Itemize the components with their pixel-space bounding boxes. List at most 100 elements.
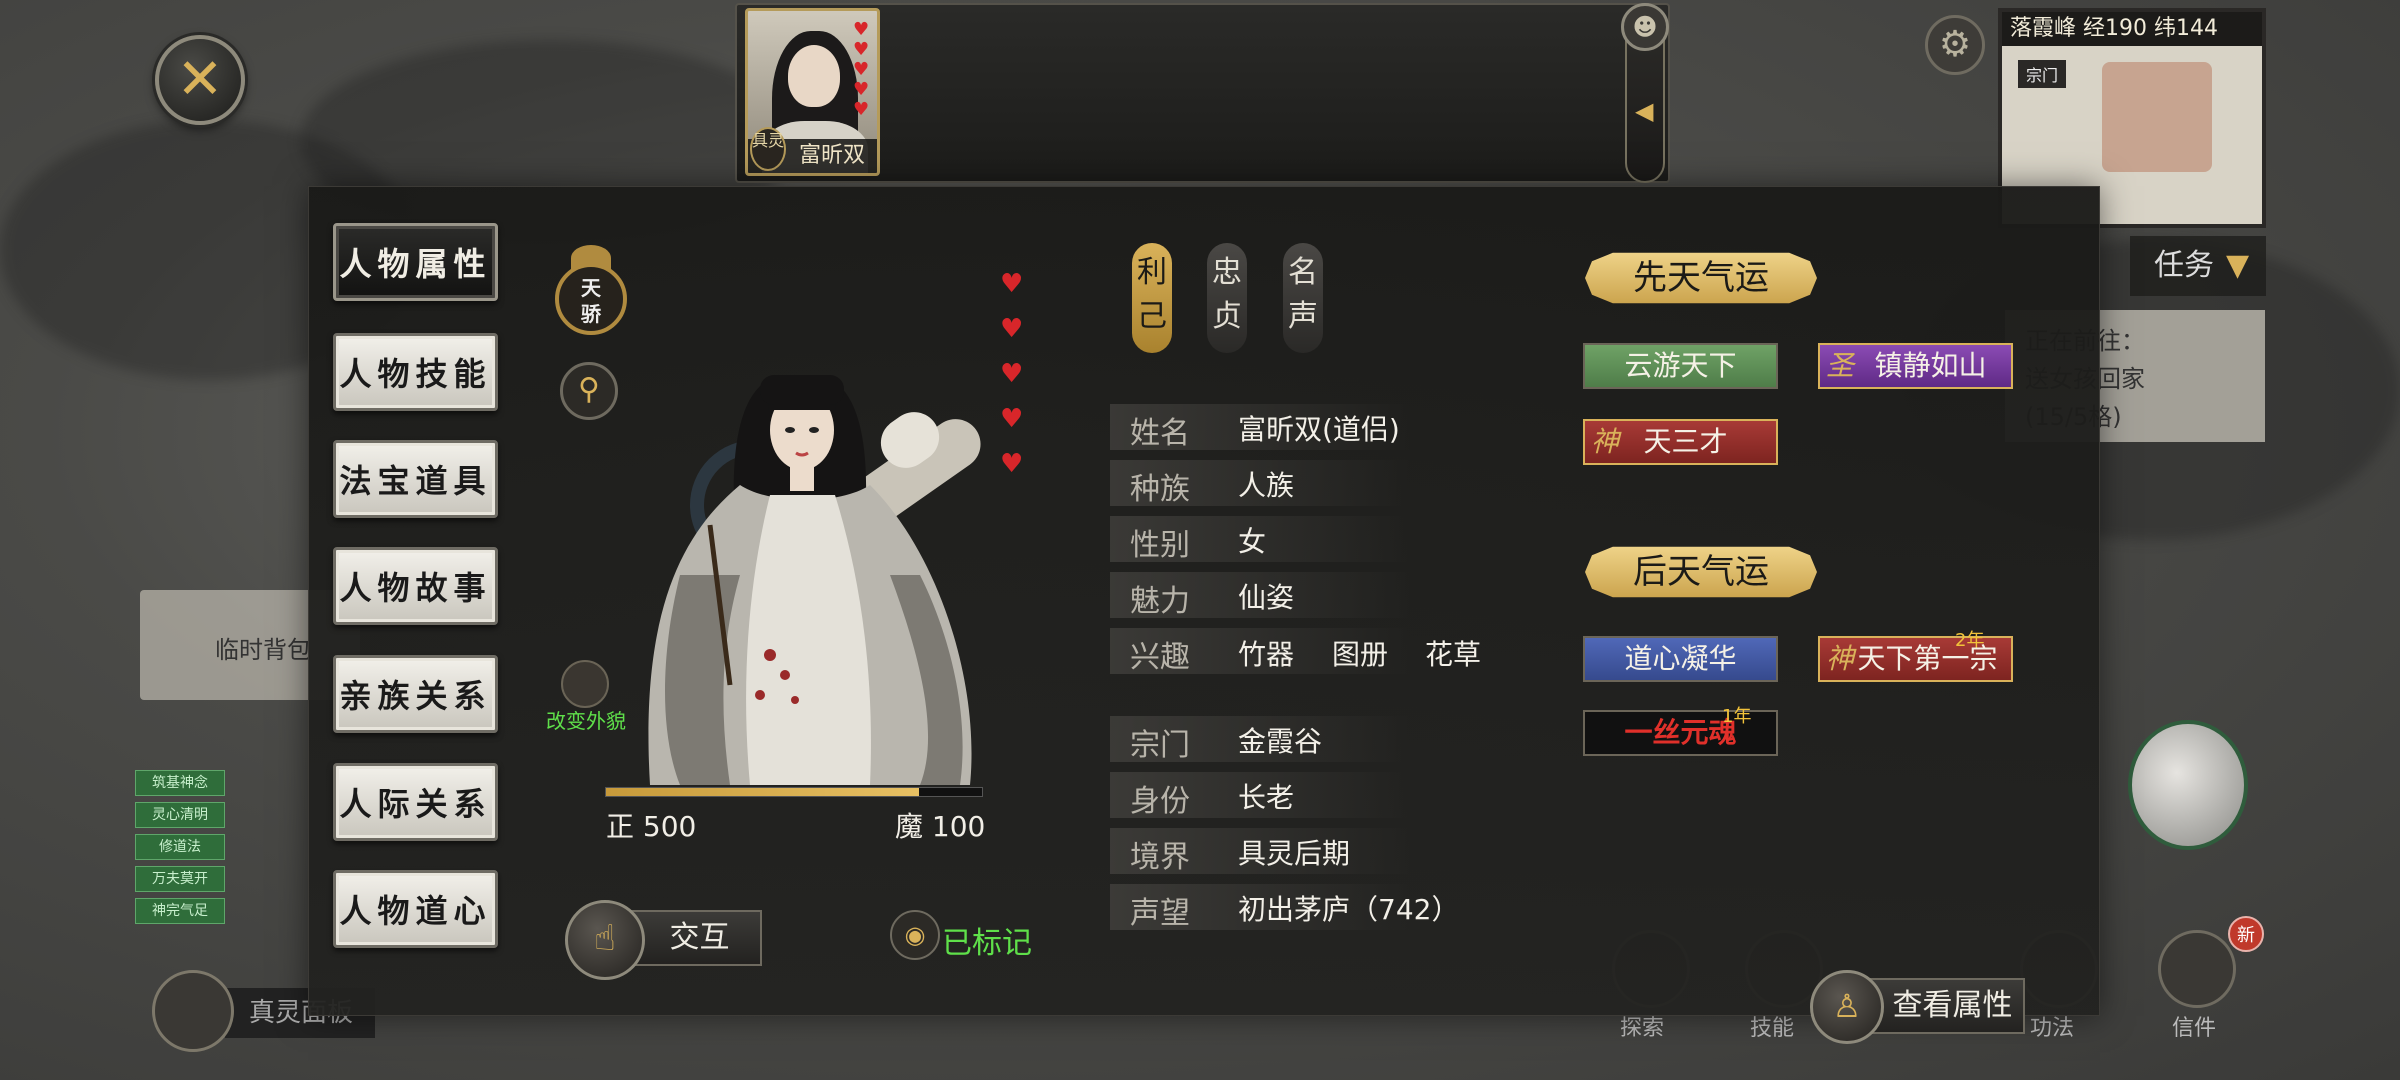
trait-selfish[interactable]: 利 己: [1132, 243, 1172, 353]
tab-story[interactable]: 人物故事: [333, 547, 498, 625]
fate-duration: 2年: [1955, 630, 1985, 651]
fate-glyph: 圣: [1825, 349, 1854, 382]
buff-tag: 万夫莫开: [135, 866, 225, 892]
info-key: 身份: [1130, 784, 1190, 819]
heart-icon: ♥: [1000, 359, 1024, 389]
heart-icon: ♥: [1000, 314, 1024, 344]
info-value: 初出茅庐（742）: [1238, 893, 1460, 926]
view-attributes-button[interactable]: 查看属性 ♙: [1810, 970, 2025, 1044]
fate-item[interactable]: 圣 镇静如山: [1818, 343, 2013, 389]
info-realm-row: 境界 具灵后期: [1110, 828, 1410, 875]
fate-label: 天三才: [1643, 425, 1728, 458]
fate-glyph: 神: [1590, 425, 1619, 458]
chevron-down-icon: ▼: [2226, 248, 2250, 283]
temp-bag-label: 临时背包: [215, 636, 311, 664]
figure-icon: ♙: [1810, 970, 1884, 1044]
heart-icon: ♥: [1000, 449, 1024, 479]
task-title: 任务: [2154, 248, 2214, 283]
info-key: 声望: [1130, 896, 1190, 931]
letter-icon[interactable]: [2158, 930, 2236, 1008]
talent-badge-top: 天: [581, 276, 601, 300]
tab-family[interactable]: 亲族关系: [333, 655, 498, 733]
talent-badge-bottom: 骄: [581, 302, 601, 326]
tab-relations[interactable]: 人际关系: [333, 763, 498, 841]
character-illustration: [648, 375, 981, 785]
party-collapse-button[interactable]: ☻ ◀: [1621, 3, 1669, 183]
minimap-label: 宗门: [2018, 60, 2067, 88]
minimap-portrait: [2102, 62, 2212, 172]
trait-label: 忠 贞: [1212, 255, 1242, 334]
heart-icon: ♥: [853, 59, 870, 80]
info-key: 魅力: [1130, 584, 1190, 619]
affection-hearts: ♥ ♥ ♥ ♥ ♥: [1000, 262, 1030, 487]
alignment-bar: [605, 787, 983, 797]
fate-item[interactable]: 云游天下: [1583, 343, 1778, 389]
heart-icon: ♥: [853, 99, 870, 120]
realm-tag: 具灵: [750, 127, 786, 171]
interact-button[interactable]: 交互 ☝: [565, 900, 762, 980]
task-header[interactable]: 任务 ▼: [2130, 236, 2266, 296]
world-orb[interactable]: [2128, 720, 2248, 850]
fate-item[interactable]: 道心凝华: [1583, 636, 1778, 682]
buff-tag-list: 筑基神念 灵心清明 修道法 万夫莫开 神完气足: [135, 770, 225, 930]
info-key: 兴趣: [1130, 640, 1190, 675]
tab-attributes[interactable]: 人物属性: [333, 223, 498, 301]
new-badge: 新: [2228, 916, 2264, 952]
tab-skills[interactable]: 人物技能: [333, 333, 498, 411]
acquired-fate-title: 后天气运: [1585, 546, 1817, 598]
view-attributes-label: 查看属性: [1860, 978, 2025, 1034]
collapse-arrow-icon: ◀: [1635, 97, 1654, 125]
heart-icon: ♥: [853, 39, 870, 60]
letter-label: 信件: [2172, 1016, 2217, 1041]
minimap-header: 落霞峰 经190 纬144: [2002, 12, 2262, 46]
party-icon[interactable]: ☻: [1621, 3, 1669, 51]
info-gender-row: 性别 女: [1110, 516, 1410, 563]
portrait-face: [788, 45, 840, 107]
search-icon[interactable]: ⚲: [560, 362, 618, 420]
close-button[interactable]: ✕: [155, 35, 245, 125]
info-fame-row: 声望 初出茅庐（742）: [1110, 884, 1459, 931]
trait-fame[interactable]: 名 声: [1283, 243, 1323, 353]
fate-label: 道心凝华: [1624, 642, 1737, 675]
demonic-label: 魔 100: [895, 810, 986, 843]
info-key: 宗门: [1130, 728, 1190, 763]
fate-glyph: 神: [1825, 642, 1854, 675]
party-hearts: ♥ ♥ ♥ ♥ ♥: [853, 20, 873, 120]
fate-label: 一丝元魂: [1624, 716, 1737, 749]
change-look-label[interactable]: 改变外貌: [546, 705, 626, 734]
info-sect-row: 宗门 金霞谷: [1110, 716, 1410, 763]
heart-icon: ♥: [1000, 269, 1024, 299]
hobby-item: 花草: [1425, 638, 1482, 671]
fate-item[interactable]: 神 天三才: [1583, 419, 1778, 465]
info-value: 仙姿: [1238, 581, 1295, 614]
buff-tag: 灵心清明: [135, 802, 225, 828]
buff-tag: 修道法: [135, 834, 225, 860]
talent-badge-ring: 天骄: [555, 263, 627, 335]
fate-label: 镇静如山: [1874, 349, 1987, 382]
talent-badge[interactable]: 天骄: [555, 245, 627, 337]
tab-dao-heart[interactable]: 人物道心: [333, 870, 498, 948]
info-key: 种族: [1130, 472, 1190, 507]
trait-loyal[interactable]: 忠 贞: [1207, 243, 1247, 353]
alignment-bar-fill: [606, 788, 920, 796]
bottom-left-icon[interactable]: [152, 970, 234, 1052]
info-name-row: 姓名 富昕双(道侣): [1110, 404, 1410, 451]
heart-icon: ♥: [853, 79, 870, 100]
info-value: 人族: [1238, 469, 1295, 502]
info-race-row: 种族 人族: [1110, 460, 1410, 507]
trait-label: 利 己: [1137, 255, 1167, 334]
info-identity-row: 身份 长老: [1110, 772, 1410, 819]
tab-treasures[interactable]: 法宝道具: [333, 440, 498, 518]
heart-icon: ♥: [853, 19, 870, 40]
close-icon: ✕: [176, 47, 224, 112]
gear-icon[interactable]: ⚙: [1925, 15, 1985, 75]
hobby-item: 竹器: [1238, 638, 1295, 671]
fate-duration: 1年: [1722, 706, 1752, 727]
innate-fate-title: 先天气运: [1585, 252, 1817, 304]
info-value: 富昕双(道侣): [1238, 413, 1400, 446]
change-look-icon[interactable]: [561, 660, 609, 708]
fate-label: 云游天下: [1624, 349, 1737, 382]
info-charm-row: 魅力 仙姿: [1110, 572, 1410, 619]
buff-tag: 神完气足: [135, 898, 225, 924]
info-value: 女: [1238, 525, 1267, 558]
